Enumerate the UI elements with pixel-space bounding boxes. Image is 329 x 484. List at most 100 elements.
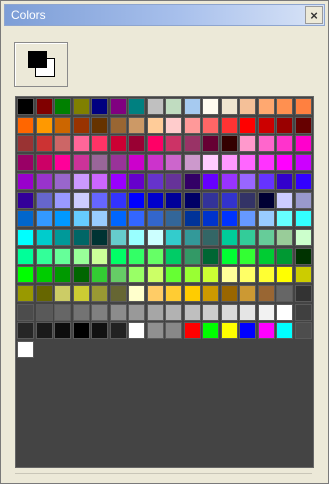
- color-swatch[interactable]: [294, 135, 312, 153]
- color-swatch[interactable]: [276, 247, 293, 265]
- color-swatch[interactable]: [146, 116, 164, 134]
- color-swatch[interactable]: [239, 228, 256, 246]
- color-swatch[interactable]: [202, 135, 219, 153]
- color-swatch[interactable]: [109, 135, 127, 153]
- color-swatch[interactable]: [294, 266, 312, 284]
- color-swatch[interactable]: [128, 228, 145, 246]
- color-swatch[interactable]: [54, 154, 71, 172]
- color-swatch[interactable]: [54, 285, 71, 302]
- color-swatch[interactable]: [72, 228, 90, 246]
- color-swatch[interactable]: [239, 172, 256, 190]
- color-swatch[interactable]: [276, 98, 293, 115]
- color-swatch[interactable]: [109, 98, 127, 115]
- color-swatch[interactable]: [146, 228, 164, 246]
- color-swatch[interactable]: [202, 172, 219, 190]
- color-swatch[interactable]: [294, 285, 312, 302]
- color-swatch[interactable]: [294, 154, 312, 172]
- color-swatch[interactable]: [220, 191, 238, 209]
- color-swatch[interactable]: [165, 135, 182, 153]
- color-swatch[interactable]: [146, 266, 164, 284]
- color-swatch[interactable]: [35, 228, 53, 246]
- color-swatch[interactable]: [165, 172, 182, 190]
- color-swatch[interactable]: [276, 210, 293, 228]
- color-swatch[interactable]: [91, 247, 108, 265]
- color-swatch[interactable]: [146, 154, 164, 172]
- color-swatch[interactable]: [257, 98, 275, 115]
- color-swatch[interactable]: [220, 266, 238, 284]
- color-swatch[interactable]: [183, 303, 201, 321]
- color-swatch[interactable]: [257, 116, 275, 134]
- color-swatch[interactable]: [54, 135, 71, 153]
- color-swatch[interactable]: [91, 154, 108, 172]
- color-swatch[interactable]: [276, 135, 293, 153]
- color-swatch[interactable]: [35, 322, 53, 340]
- color-swatch[interactable]: [17, 247, 34, 265]
- color-swatch[interactable]: [128, 135, 145, 153]
- color-swatch[interactable]: [257, 285, 275, 302]
- color-swatch[interactable]: [165, 322, 182, 340]
- color-swatch[interactable]: [183, 247, 201, 265]
- color-swatch[interactable]: [91, 116, 108, 134]
- color-swatch[interactable]: [202, 191, 219, 209]
- color-swatch[interactable]: [276, 191, 293, 209]
- color-swatch[interactable]: [35, 154, 53, 172]
- color-swatch[interactable]: [220, 303, 238, 321]
- color-swatch[interactable]: [146, 191, 164, 209]
- color-swatch[interactable]: [257, 154, 275, 172]
- color-swatch[interactable]: [276, 228, 293, 246]
- color-swatch[interactable]: [109, 172, 127, 190]
- color-swatch[interactable]: [183, 228, 201, 246]
- color-swatch[interactable]: [72, 172, 90, 190]
- color-swatch[interactable]: [146, 210, 164, 228]
- color-swatch[interactable]: [72, 154, 90, 172]
- color-swatch[interactable]: [183, 98, 201, 115]
- color-swatch[interactable]: [220, 135, 238, 153]
- color-swatch[interactable]: [72, 116, 90, 134]
- color-swatch[interactable]: [165, 154, 182, 172]
- color-swatch[interactable]: [146, 172, 164, 190]
- color-swatch[interactable]: [239, 210, 256, 228]
- color-swatch[interactable]: [183, 210, 201, 228]
- color-swatch[interactable]: [35, 172, 53, 190]
- color-swatch[interactable]: [183, 285, 201, 302]
- color-swatch[interactable]: [165, 285, 182, 302]
- color-swatch[interactable]: [257, 172, 275, 190]
- color-swatch[interactable]: [128, 303, 145, 321]
- color-swatch[interactable]: [146, 322, 164, 340]
- color-swatch[interactable]: [128, 116, 145, 134]
- color-swatch[interactable]: [35, 98, 53, 115]
- color-swatch[interactable]: [128, 172, 145, 190]
- color-swatch[interactable]: [128, 322, 145, 340]
- color-swatch[interactable]: [183, 135, 201, 153]
- color-swatch[interactable]: [165, 266, 182, 284]
- color-swatch[interactable]: [91, 98, 108, 115]
- color-swatch[interactable]: [109, 247, 127, 265]
- color-swatch[interactable]: [165, 191, 182, 209]
- color-swatch[interactable]: [128, 191, 145, 209]
- color-swatch[interactable]: [239, 285, 256, 302]
- color-swatch[interactable]: [17, 303, 34, 321]
- color-swatch[interactable]: [35, 285, 53, 302]
- color-swatch[interactable]: [165, 116, 182, 134]
- color-swatch[interactable]: [294, 247, 312, 265]
- color-swatch[interactable]: [220, 285, 238, 302]
- color-swatch[interactable]: [257, 135, 275, 153]
- color-swatch[interactable]: [276, 285, 293, 302]
- color-swatch[interactable]: [165, 303, 182, 321]
- color-swatch[interactable]: [294, 228, 312, 246]
- color-swatch[interactable]: [257, 303, 275, 321]
- color-swatch[interactable]: [294, 191, 312, 209]
- color-swatch[interactable]: [202, 154, 219, 172]
- color-swatch[interactable]: [17, 341, 34, 359]
- color-swatch[interactable]: [17, 135, 34, 153]
- color-swatch[interactable]: [202, 210, 219, 228]
- color-swatch[interactable]: [202, 303, 219, 321]
- color-swatch[interactable]: [72, 266, 90, 284]
- color-swatch[interactable]: [72, 322, 90, 340]
- color-swatch[interactable]: [183, 172, 201, 190]
- color-swatch[interactable]: [17, 116, 34, 134]
- color-swatch[interactable]: [109, 266, 127, 284]
- color-swatch[interactable]: [294, 98, 312, 115]
- color-swatch[interactable]: [17, 285, 34, 302]
- color-swatch[interactable]: [257, 210, 275, 228]
